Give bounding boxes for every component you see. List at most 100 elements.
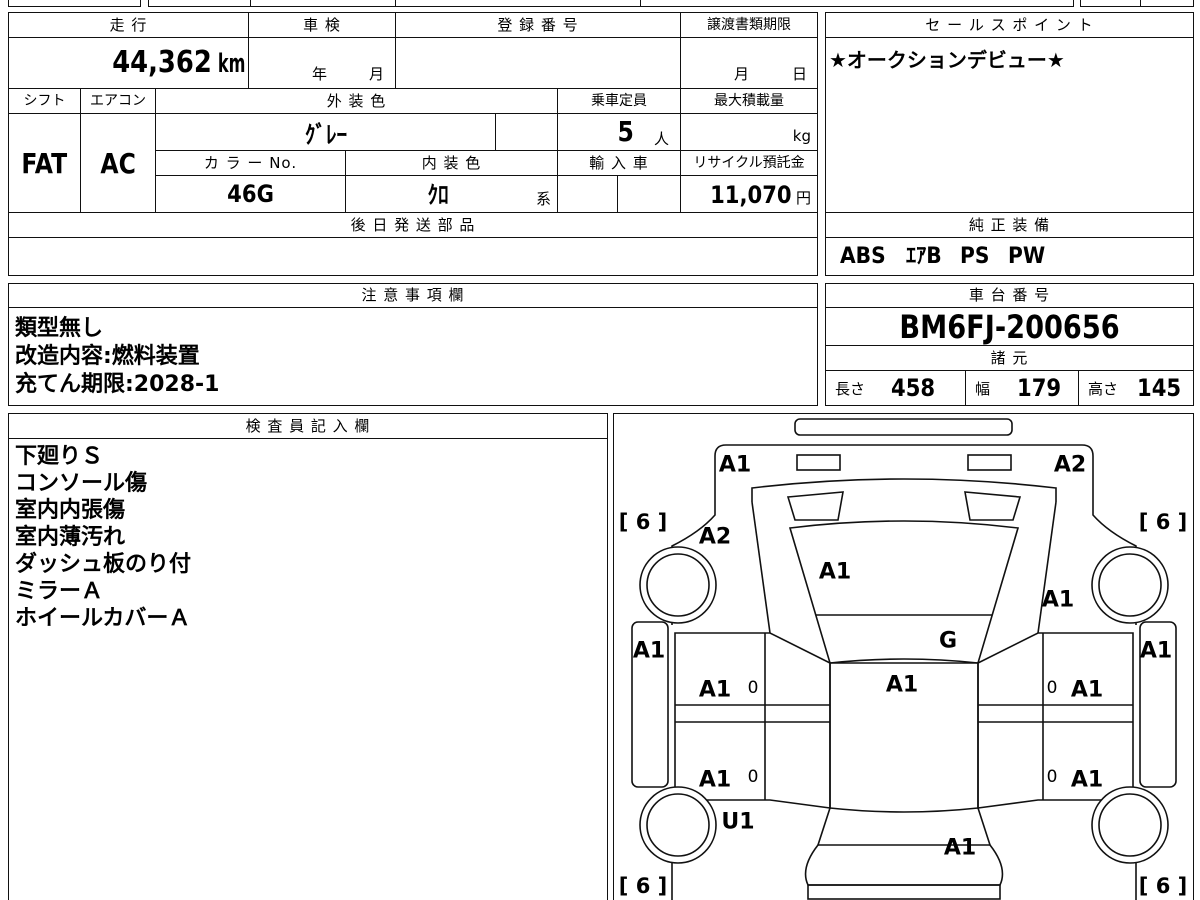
inspector-line: 室内薄汚れ xyxy=(15,525,126,550)
spec-width-value: 179 xyxy=(1017,374,1062,402)
inspection-header: 車 検 xyxy=(248,12,396,38)
chassis-cell: BM6FJ-200656 xyxy=(825,307,1194,346)
rear-bumper-outline xyxy=(807,884,1001,900)
inspector-line: ダッシュ板のり付 xyxy=(15,552,192,577)
mark-door-rear-right-note: 0 xyxy=(1047,767,1058,787)
mark-door-front-left-note: 0 xyxy=(748,678,759,698)
max-load-unit: kg xyxy=(792,127,811,145)
spec-width-label: 幅 xyxy=(975,380,991,398)
transfer-deadline-cell: 月 日 xyxy=(680,37,818,89)
tire-rear-right-depth: [ 6 ] xyxy=(1139,874,1187,898)
transfer-day-label: 日 xyxy=(792,65,808,83)
mark-quarter-left: U1 xyxy=(721,810,754,835)
mark-fender-left: A2 xyxy=(699,525,731,550)
aircon-value: AC xyxy=(100,146,136,180)
factory-equipment-cell: ABS ｴｱB PS PW xyxy=(825,237,1194,276)
tire-rear-left-depth: [ 6 ] xyxy=(619,874,667,898)
capacity-unit: 人 xyxy=(654,130,670,148)
car-diagram: A1 A2 [ 6 ] [ 6 ] A2 A1 A1 G A1 A1 A1 A1… xyxy=(619,418,1187,900)
spec-width-cell: 幅 179 xyxy=(965,370,1079,406)
aircon-header: エアコン xyxy=(80,88,156,114)
aircon-cell: AC xyxy=(80,113,156,213)
mark-door-rear-left-note: 0 xyxy=(748,767,759,787)
mark-side-left: A1 xyxy=(633,639,665,664)
transfer-month-label: 月 xyxy=(734,65,750,83)
capacity-cell: 5 人 xyxy=(557,113,681,151)
wheel-front-right-icon xyxy=(1091,546,1169,624)
mileage-value: 44,362 xyxy=(112,45,212,80)
chassis-header: 車 台 番 号 xyxy=(825,283,1194,308)
inspector-line: ホイールカバーＡ xyxy=(15,606,191,631)
top-cut-cell xyxy=(148,0,251,7)
mark-door-front-left: A1 xyxy=(699,678,731,703)
interior-color-suffix: 系 xyxy=(536,190,552,208)
wheel-rear-left-icon xyxy=(639,786,717,864)
exterior-color-value: ｸﾞﾚｰ xyxy=(304,120,347,149)
inspector-line: ミラーＡ xyxy=(15,579,104,604)
registration-cell xyxy=(395,37,681,89)
mileage-unit: km xyxy=(217,49,245,79)
door-right-split xyxy=(978,704,1133,723)
tire-front-right-depth: [ 6 ] xyxy=(1139,510,1187,534)
pillar-left-line xyxy=(751,501,771,634)
mark-side-right: A1 xyxy=(1140,639,1172,664)
inspector-line: 室内内張傷 xyxy=(15,498,126,523)
equipment-item: PW xyxy=(1008,244,1046,269)
mark-hood: A1 xyxy=(819,560,851,585)
shift-cell: FAT xyxy=(8,113,81,213)
wheel-rear-right-icon xyxy=(1091,786,1169,864)
later-parts-cell xyxy=(8,237,818,276)
notes-lines: 類型無し 改造内容:燃料装置 充てん期限:2028-1 xyxy=(15,315,219,399)
specs-header: 諸 元 xyxy=(825,345,1194,371)
interior-color-value: ｸﾛ xyxy=(427,181,449,209)
inspector-line: コンソール傷 xyxy=(15,471,148,496)
recycle-fee-header: リサイクル預託金 xyxy=(680,150,818,176)
inspection-cell: 年 月 xyxy=(248,37,396,89)
exterior-color-extra-cell xyxy=(495,113,558,151)
spec-length-value: 458 xyxy=(891,374,936,402)
mileage-cell: 44,362 km xyxy=(8,37,249,89)
registration-header: 登 録 番 号 xyxy=(395,12,681,38)
mark-rear: A1 xyxy=(944,836,976,861)
notes-header: 注 意 事 項 欄 xyxy=(8,283,818,308)
mark-door-rear-right: A1 xyxy=(1071,768,1103,793)
recycle-fee-value: 11,070 xyxy=(710,181,792,209)
equipment-item: ｴｱB xyxy=(905,244,942,269)
color-no-header: カ ラ ー No. xyxy=(155,150,346,176)
later-parts-header: 後 日 発 送 部 品 xyxy=(8,212,818,238)
imported-cell-right xyxy=(617,175,681,213)
mark-front-right: A2 xyxy=(1054,453,1086,478)
inspection-year-label: 年 xyxy=(312,65,328,83)
sales-point-text: ★オークションデビュー★ xyxy=(829,48,1065,72)
color-no-cell: 46G xyxy=(155,175,346,213)
mark-roof: A1 xyxy=(886,673,918,698)
notes-line: 改造内容:燃料装置 xyxy=(15,344,200,369)
headlight-right-outline xyxy=(967,454,1012,471)
mark-fender-right: A1 xyxy=(1042,588,1074,613)
imported-cell-left xyxy=(557,175,618,213)
spec-height-cell: 高さ 145 xyxy=(1078,370,1194,406)
recycle-fee-cell: 11,070 円 xyxy=(680,175,818,213)
inspector-cell: 下廻りＳ コンソール傷 室内内張傷 室内薄汚れ ダッシュ板のり付 ミラーＡ ホイ… xyxy=(8,438,608,900)
imported-header: 輸 入 車 xyxy=(557,150,681,176)
notes-line: 類型無し xyxy=(15,316,104,341)
max-load-header: 最大積載量 xyxy=(680,88,818,114)
inspector-line: 下廻りＳ xyxy=(15,444,104,469)
mark-front-left: A1 xyxy=(719,453,751,478)
top-cut-cell xyxy=(1140,0,1194,7)
factory-equipment-header: 純 正 装 備 xyxy=(825,212,1194,238)
vent-left-outline xyxy=(786,491,844,521)
front-bumper-outline xyxy=(794,418,1013,436)
top-cut-cell xyxy=(250,0,396,7)
mileage-header: 走 行 xyxy=(8,12,249,38)
transfer-deadline-header: 譲渡書類期限 xyxy=(680,12,818,38)
inspector-lines: 下廻りＳ コンソール傷 室内内張傷 室内薄汚れ ダッシュ板のり付 ミラーＡ ホイ… xyxy=(15,443,191,632)
top-cut-cell xyxy=(1080,0,1141,7)
mark-door-front-right-note: 0 xyxy=(1047,678,1058,698)
capacity-header: 乗車定員 xyxy=(557,88,681,114)
shift-header: シフト xyxy=(8,88,81,114)
mark-door-front-right: A1 xyxy=(1071,678,1103,703)
top-cut-cell xyxy=(395,0,641,7)
door-left-split xyxy=(675,704,830,723)
top-cut-cell xyxy=(8,0,141,7)
